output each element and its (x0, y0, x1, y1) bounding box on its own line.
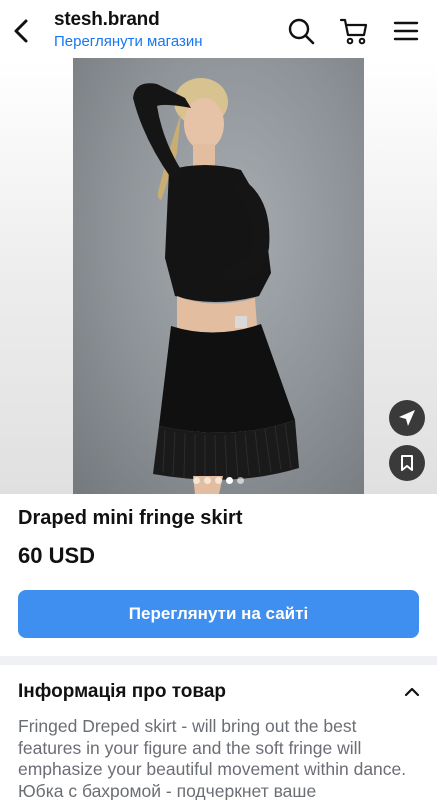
cart-icon (339, 18, 368, 45)
model-illustration (133, 78, 299, 494)
pagination-dot[interactable] (193, 477, 200, 484)
cart-button[interactable] (339, 16, 369, 46)
product-photo[interactable] (73, 58, 364, 494)
pagination-dot[interactable] (215, 477, 222, 484)
pagination-dot[interactable] (204, 477, 211, 484)
chevron-left-icon (14, 19, 28, 43)
back-button[interactable] (6, 14, 36, 48)
menu-button[interactable] (391, 16, 421, 46)
search-button[interactable] (286, 16, 316, 46)
section-divider (0, 656, 437, 665)
product-info-toggle[interactable]: Інформація про товар (0, 672, 437, 712)
pagination-dot[interactable] (226, 477, 233, 484)
top-bar: stesh.brand Переглянути магазин (0, 0, 437, 58)
shop-name[interactable]: stesh.brand (54, 9, 160, 31)
gallery-pagination (193, 477, 244, 484)
pagination-dot[interactable] (237, 477, 244, 484)
share-button[interactable] (389, 400, 425, 436)
view-shop-link[interactable]: Переглянути магазин (54, 33, 203, 50)
save-button[interactable] (389, 445, 425, 481)
chevron-up-icon (404, 687, 420, 697)
view-on-website-button[interactable]: Переглянути на сайті (18, 590, 419, 638)
product-price: 60 USD (18, 543, 96, 568)
product-description: Fringed Dreped skirt - will bring out th… (18, 716, 407, 800)
bookmark-icon (401, 455, 413, 471)
send-icon (399, 410, 415, 426)
product-title: Draped mini fringe skirt (18, 507, 243, 529)
product-gallery[interactable] (0, 58, 437, 494)
search-icon (288, 18, 315, 45)
hamburger-menu-icon (393, 21, 419, 41)
product-info-title: Інформація про товар (18, 681, 227, 702)
